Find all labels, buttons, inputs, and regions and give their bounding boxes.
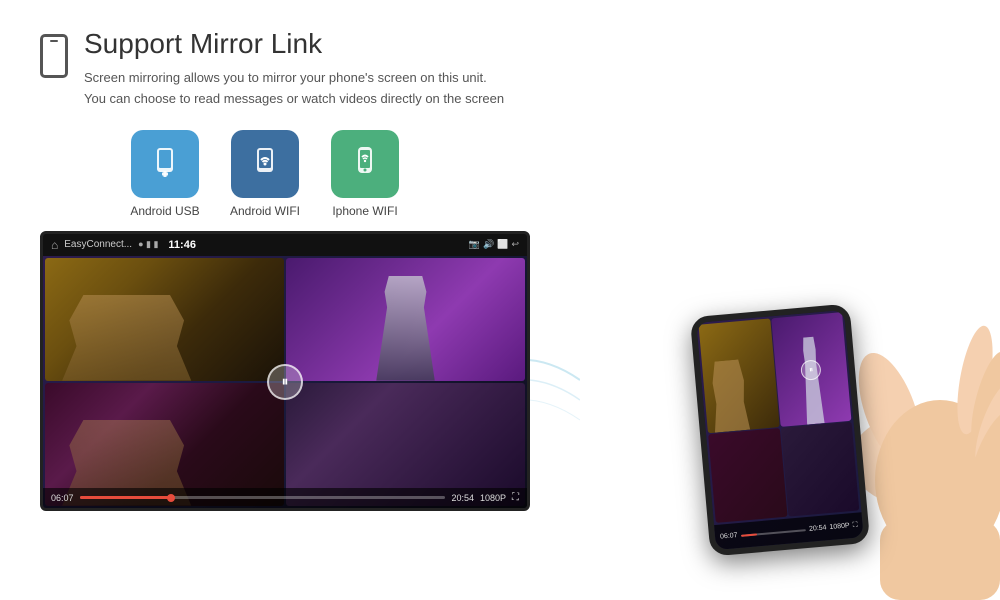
iphone-screen: ⏸ 06:07 20:54 1080P ⛶ [696, 310, 863, 550]
video-thumb-1 [45, 258, 284, 381]
progress-dot [167, 494, 175, 502]
iphone-wifi-svg [345, 144, 385, 184]
android-usb-svg [145, 144, 185, 184]
iphone-fullscreen-icon[interactable]: ⛶ [852, 521, 858, 529]
home-icon: ⌂ [51, 238, 58, 252]
android-wifi-item: Android WIFI [220, 130, 310, 218]
app-name: EasyConnect... [64, 239, 132, 250]
singer-figure [364, 276, 448, 381]
android-wifi-icon-box [231, 130, 299, 198]
phone-hand-wrapper: ⏸ 06:07 20:54 1080P ⛶ [580, 180, 1000, 600]
fullscreen-icon[interactable]: ⛶ [512, 492, 519, 503]
android-wifi-svg [245, 144, 285, 184]
iphone-progress-fill [740, 533, 757, 536]
page-container: Support Mirror Link Screen mirroring all… [0, 0, 1000, 600]
iphone-start-time: 06:07 [720, 532, 738, 541]
progress-quality: 1080P [480, 493, 506, 503]
pause-icon: ⏸ [282, 373, 289, 390]
back-icon: ↩ [511, 239, 519, 250]
header-section: Support Mirror Link Screen mirroring all… [0, 0, 1000, 120]
header-text: Support Mirror Link Screen mirroring all… [84, 28, 960, 110]
play-pause-button[interactable]: ⏸ [267, 364, 303, 400]
iphone-play-button[interactable]: ⏸ [800, 359, 822, 381]
android-wifi-label: Android WIFI [230, 204, 300, 218]
iphone-device: ⏸ 06:07 20:54 1080P ⛶ [690, 303, 870, 556]
car-screen-wrapper: ⌂ EasyConnect... ● ▮ ▮ 11:46 📷 🔊 ⬜ ↩ [40, 231, 530, 511]
iphone-wifi-label: Iphone WIFI [332, 204, 397, 218]
car-screen: ⌂ EasyConnect... ● ▮ ▮ 11:46 📷 🔊 ⬜ ↩ [40, 231, 530, 511]
phone-icon [40, 34, 68, 78]
progress-start-time: 06:07 [51, 493, 74, 503]
status-bar: ⌂ EasyConnect... ● ▮ ▮ 11:46 📷 🔊 ⬜ ↩ [43, 234, 527, 256]
band-figure [55, 295, 198, 381]
android-usb-item: Android USB [120, 130, 210, 218]
android-usb-icon-box [131, 130, 199, 198]
status-icons: ● ▮ ▮ [138, 239, 158, 250]
iphone-thumb-1 [699, 318, 780, 433]
iphone-end-time: 20:54 [809, 524, 827, 533]
video-area: ⏸ 06:07 20:54 1080P ⛶ [43, 256, 527, 508]
iphone-wifi-item: Iphone WIFI [320, 130, 410, 218]
iphone-thumb-3 [708, 428, 787, 523]
iphone-progress-track[interactable] [740, 529, 806, 537]
progress-end-time: 20:54 [451, 493, 474, 503]
status-right-icons: 📷 🔊 ⬜ ↩ [469, 239, 519, 250]
progress-fill [80, 496, 171, 499]
android-usb-label: Android USB [130, 204, 199, 218]
iphone-video-grid: ⏸ [696, 310, 861, 525]
status-time: 11:46 [168, 239, 196, 251]
screen-icon: ⬜ [497, 239, 508, 250]
camera-icon: 📷 [469, 239, 480, 250]
subtitle-1: Screen mirroring allows you to mirror yo… [84, 68, 960, 89]
volume-icon: 🔊 [483, 239, 494, 250]
iphone-quality: 1080P [829, 522, 850, 531]
subtitle-2: You can choose to read messages or watch… [84, 89, 960, 110]
video-progress: 06:07 20:54 1080P ⛶ [43, 488, 527, 508]
page-title: Support Mirror Link [84, 28, 960, 60]
progress-track[interactable] [80, 496, 446, 499]
video-thumb-2 [286, 258, 525, 381]
iphone-thumb-2: ⏸ [771, 312, 852, 427]
iphone-wifi-icon-box [331, 130, 399, 198]
iphone-thumb-4 [780, 422, 859, 517]
